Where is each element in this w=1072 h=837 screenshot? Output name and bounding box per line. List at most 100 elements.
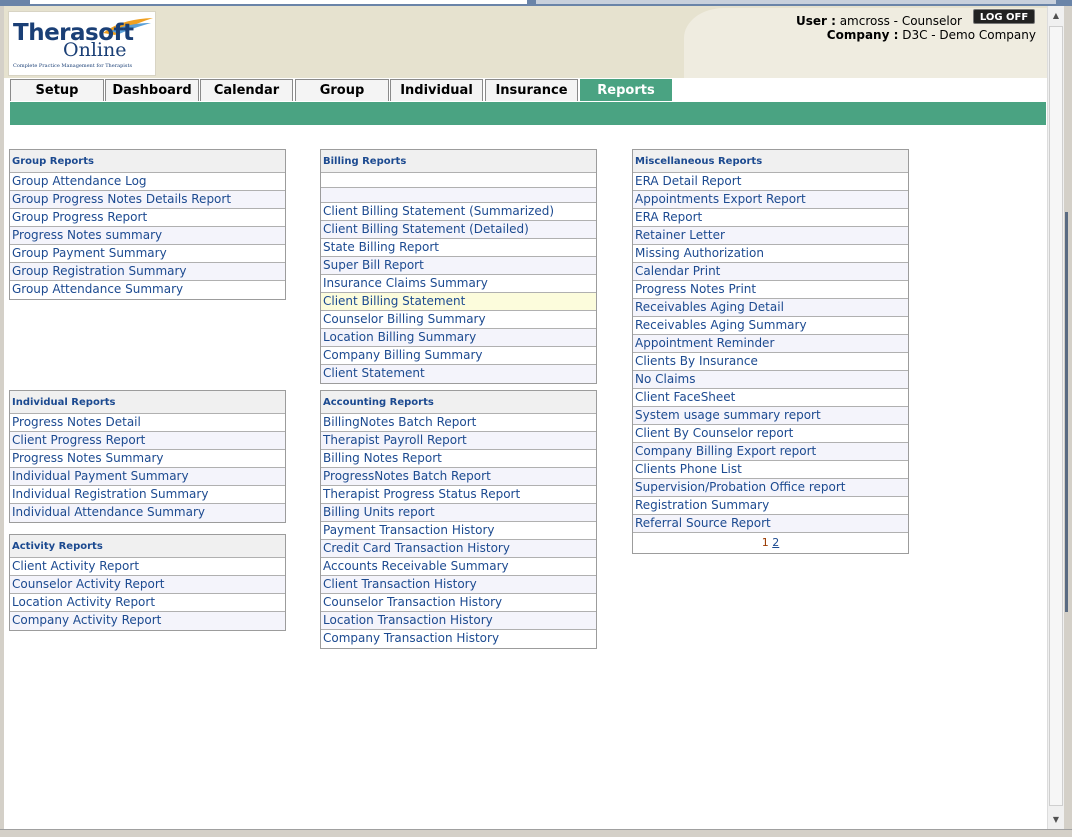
- report-link[interactable]: Credit Card Transaction History: [321, 540, 596, 558]
- report-link[interactable]: Clients By Insurance: [633, 353, 908, 371]
- tab-group[interactable]: Group: [295, 79, 389, 101]
- pagination: 1 2: [633, 533, 908, 553]
- report-link[interactable]: Appointment Reminder: [633, 335, 908, 353]
- tab-content-bar: [10, 102, 1046, 125]
- report-link[interactable]: Calendar Print: [633, 263, 908, 281]
- report-link[interactable]: ProgressNotes Batch Report: [321, 468, 596, 486]
- report-link[interactable]: Client FaceSheet: [633, 389, 908, 407]
- report-link[interactable]: Location Billing Summary: [321, 329, 596, 347]
- report-link[interactable]: ERA Report: [633, 209, 908, 227]
- report-link[interactable]: Counselor Activity Report: [10, 576, 285, 594]
- misc-reports-title: Miscellaneous Reports: [633, 150, 908, 173]
- report-link[interactable]: Billing Units report: [321, 504, 596, 522]
- report-link[interactable]: Missing Authorization: [633, 245, 908, 263]
- activity-reports-panel: Activity Reports Client Activity Report …: [9, 534, 286, 631]
- report-link[interactable]: Group Attendance Log: [10, 173, 285, 191]
- scroll-thumb[interactable]: [1049, 26, 1063, 806]
- report-link-blank[interactable]: [321, 188, 596, 203]
- report-link[interactable]: Therapist Payroll Report: [321, 432, 596, 450]
- report-link[interactable]: Counselor Transaction History: [321, 594, 596, 612]
- report-link[interactable]: Location Transaction History: [321, 612, 596, 630]
- report-link-hovered[interactable]: Client Billing Statement: [321, 293, 596, 311]
- misc-reports-panel: Miscellaneous Reports ERA Detail Report …: [632, 149, 909, 554]
- tab-setup[interactable]: Setup: [10, 79, 104, 101]
- report-link[interactable]: Individual Registration Summary: [10, 486, 285, 504]
- user-label: User :: [795, 14, 836, 28]
- logo-tagline: Complete Practice Management for Therapi…: [13, 63, 133, 69]
- report-link[interactable]: Client Statement: [321, 365, 596, 383]
- vertical-scrollbar[interactable]: ▲ ▼: [1047, 6, 1064, 829]
- report-link[interactable]: Super Bill Report: [321, 257, 596, 275]
- logo-online: Online: [63, 39, 127, 61]
- report-link[interactable]: Group Payment Summary: [10, 245, 285, 263]
- report-link[interactable]: Clients Phone List: [633, 461, 908, 479]
- report-link[interactable]: [321, 173, 596, 188]
- report-link[interactable]: ERA Detail Report: [633, 173, 908, 191]
- billing-reports-panel: Billing Reports Client Billing Statement…: [320, 149, 597, 384]
- report-link[interactable]: Group Progress Notes Details Report: [10, 191, 285, 209]
- tab-insurance[interactable]: Insurance: [485, 79, 578, 101]
- report-link[interactable]: Progress Notes summary: [10, 227, 285, 245]
- report-link[interactable]: Therapist Progress Status Report: [321, 486, 596, 504]
- report-link[interactable]: Registration Summary: [633, 497, 908, 515]
- report-link[interactable]: Location Activity Report: [10, 594, 285, 612]
- app-window: Therasoft Online Complete Practice Manag…: [4, 6, 1047, 829]
- report-link[interactable]: System usage summary report: [633, 407, 908, 425]
- report-link[interactable]: Billing Notes Report: [321, 450, 596, 468]
- report-link[interactable]: Referral Source Report: [633, 515, 908, 533]
- report-link[interactable]: BillingNotes Batch Report: [321, 414, 596, 432]
- tab-reports[interactable]: Reports: [580, 79, 672, 101]
- report-link[interactable]: Receivables Aging Summary: [633, 317, 908, 335]
- report-link[interactable]: Appointments Export Report: [633, 191, 908, 209]
- report-link[interactable]: Company Billing Summary: [321, 347, 596, 365]
- app-header: Therasoft Online Complete Practice Manag…: [4, 6, 1047, 78]
- report-link[interactable]: No Claims: [633, 371, 908, 389]
- report-link[interactable]: Client Progress Report: [10, 432, 285, 450]
- window-right-frame: [1064, 6, 1072, 837]
- window-bottom-frame: [0, 829, 1072, 837]
- report-link[interactable]: Group Registration Summary: [10, 263, 285, 281]
- report-link[interactable]: Client Billing Statement (Detailed): [321, 221, 596, 239]
- report-link[interactable]: Progress Notes Print: [633, 281, 908, 299]
- therasoft-logo: Therasoft Online Complete Practice Manag…: [8, 11, 156, 76]
- report-link[interactable]: Progress Notes Summary: [10, 450, 285, 468]
- report-link[interactable]: Company Billing Export report: [633, 443, 908, 461]
- report-link[interactable]: Individual Attendance Summary: [10, 504, 285, 522]
- scroll-down-icon[interactable]: ▼: [1048, 812, 1064, 828]
- report-link[interactable]: Individual Payment Summary: [10, 468, 285, 486]
- company-value: D3C - Demo Company: [902, 28, 1036, 42]
- user-value: amcross - Counselor: [839, 14, 962, 28]
- tab-dashboard[interactable]: Dashboard: [105, 79, 199, 101]
- accounting-reports-title: Accounting Reports: [321, 391, 596, 414]
- report-link[interactable]: Client Billing Statement (Summarized): [321, 203, 596, 221]
- report-link[interactable]: Receivables Aging Detail: [633, 299, 908, 317]
- report-link[interactable]: Company Transaction History: [321, 630, 596, 648]
- billing-reports-title: Billing Reports: [321, 150, 596, 173]
- report-link[interactable]: Accounts Receivable Summary: [321, 558, 596, 576]
- page-current: 1: [761, 536, 769, 549]
- report-link[interactable]: Group Attendance Summary: [10, 281, 285, 299]
- report-link[interactable]: State Billing Report: [321, 239, 596, 257]
- tab-individual[interactable]: Individual: [390, 79, 483, 101]
- report-link[interactable]: Company Activity Report: [10, 612, 285, 630]
- individual-reports-title: Individual Reports: [10, 391, 285, 414]
- accounting-reports-panel: Accounting Reports BillingNotes Batch Re…: [320, 390, 597, 649]
- report-link[interactable]: Counselor Billing Summary: [321, 311, 596, 329]
- individual-reports-panel: Individual Reports Progress Notes Detail…: [9, 390, 286, 523]
- report-link[interactable]: Supervision/Probation Office report: [633, 479, 908, 497]
- tab-calendar[interactable]: Calendar: [200, 79, 293, 101]
- group-reports-title: Group Reports: [10, 150, 285, 173]
- page-link-next[interactable]: 2: [772, 536, 779, 549]
- activity-reports-title: Activity Reports: [10, 535, 285, 558]
- report-link[interactable]: Progress Notes Detail: [10, 414, 285, 432]
- log-off-button[interactable]: LOG OFF: [973, 9, 1035, 24]
- report-link[interactable]: Client By Counselor report: [633, 425, 908, 443]
- company-label: Company :: [826, 28, 899, 42]
- report-link[interactable]: Client Activity Report: [10, 558, 285, 576]
- report-link[interactable]: Retainer Letter: [633, 227, 908, 245]
- report-link[interactable]: Client Transaction History: [321, 576, 596, 594]
- report-link[interactable]: Insurance Claims Summary: [321, 275, 596, 293]
- scroll-up-icon[interactable]: ▲: [1048, 8, 1064, 24]
- report-link[interactable]: Group Progress Report: [10, 209, 285, 227]
- report-link[interactable]: Payment Transaction History: [321, 522, 596, 540]
